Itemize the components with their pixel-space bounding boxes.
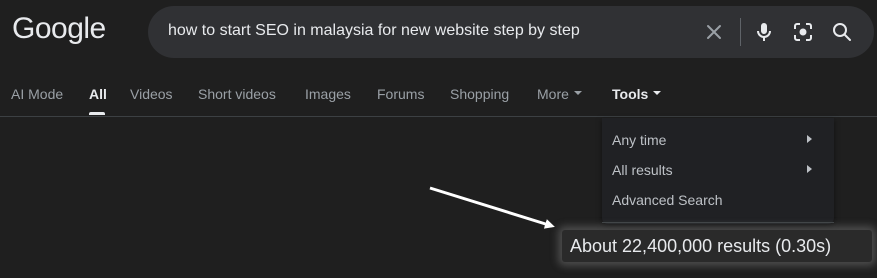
annotation-arrow-icon [429, 186, 555, 229]
search-results-page: Google how to start SEO in malaysia for … [0, 0, 877, 278]
